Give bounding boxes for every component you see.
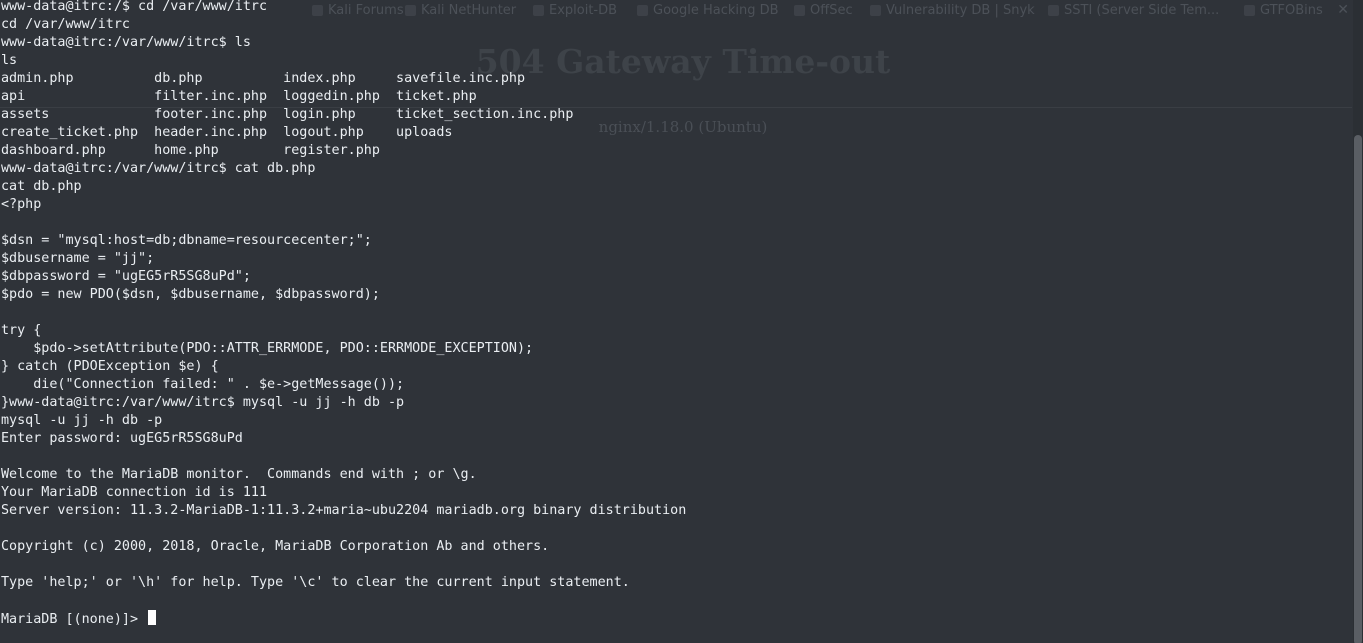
terminal-line-text: assets footer.inc.php login.php ticket_s… xyxy=(1,107,574,122)
terminal-line: $dsn = "mysql:host=db;dbname=resourcecen… xyxy=(1,232,1341,250)
terminal-line: www-data@itrc:/$ cd /var/www/itrc xyxy=(1,0,1341,16)
desktop-screen: Kali Forums Kali NetHunter Exploit-DB Go… xyxy=(0,0,1363,643)
terminal-line: Enter password: ugEG5rR5SG8uPd xyxy=(1,430,1341,448)
terminal-line: Welcome to the MariaDB monitor. Commands… xyxy=(1,466,1341,484)
terminal-cursor xyxy=(148,610,157,625)
terminal-line-text: $pdo = new PDO($dsn, $dbusername, $dbpas… xyxy=(1,287,380,302)
terminal-line: admin.php db.php index.php savefile.inc.… xyxy=(1,70,1341,88)
terminal-line-text: } catch (PDOException $e) { xyxy=(1,359,219,374)
terminal-line-text: cd /var/www/itrc xyxy=(1,17,130,32)
terminal-line-text: $dbpassword = "ugEG5rR5SG8uPd"; xyxy=(1,269,251,284)
terminal-scrollbar-thumb[interactable] xyxy=(1354,135,1362,643)
terminal-line: <?php xyxy=(1,196,1341,214)
terminal-line-text: Your MariaDB connection id is 111 xyxy=(1,485,268,500)
terminal-line: cd /var/www/itrc xyxy=(1,16,1341,34)
terminal-line-text: www-data@itrc:/var/www/itrc$ ls xyxy=(1,35,251,50)
terminal-line: die("Connection failed: " . $e->getMessa… xyxy=(1,376,1341,394)
terminal-line-text: www-data@itrc:/var/www/itrc$ cat db.php xyxy=(1,161,316,176)
terminal-line: cat db.php xyxy=(1,178,1341,196)
terminal-line: $pdo->setAttribute(PDO::ATTR_ERRMODE, PD… xyxy=(1,340,1341,358)
terminal-prompt-line: MariaDB [(none)]> xyxy=(1,610,1341,628)
terminal-line-text: $pdo->setAttribute(PDO::ATTR_ERRMODE, PD… xyxy=(1,341,534,356)
terminal-output: www-data@itrc:/$ cd /var/www/itrc cd /var… xyxy=(1,0,1341,628)
terminal-line-text: admin.php db.php index.php savefile.inc.… xyxy=(1,71,526,86)
terminal-line: Copyright (c) 2000, 2018, Oracle, MariaD… xyxy=(1,538,1341,556)
terminal-line-text: die("Connection failed: " . $e->getMessa… xyxy=(1,377,405,392)
terminal-line-text: $dbusername = "jj"; xyxy=(1,251,155,266)
terminal-line-text: ls xyxy=(1,53,18,68)
terminal-line-text: MariaDB [(none)]> xyxy=(1,612,147,627)
terminal-line-text: }www-data@itrc:/var/www/itrc$ mysql -u j… xyxy=(1,395,405,410)
terminal-line: Your MariaDB connection id is 111 xyxy=(1,484,1341,502)
terminal-line: www-data@itrc:/var/www/itrc$ cat db.php xyxy=(1,160,1341,178)
terminal-window[interactable]: www-data@itrc:/$ cd /var/www/itrc cd /var… xyxy=(1,0,1341,628)
terminal-line-text: Copyright (c) 2000, 2018, Oracle, MariaD… xyxy=(1,539,550,554)
terminal-line: $dbusername = "jj"; xyxy=(1,250,1341,268)
terminal-line: api filter.inc.php loggedin.php ticket.p… xyxy=(1,88,1341,106)
terminal-line-text: mysql -u jj -h db -p xyxy=(1,413,163,428)
terminal-line-text: try { xyxy=(1,323,42,338)
terminal-line: ls xyxy=(1,52,1341,70)
terminal-line-text: cat db.php xyxy=(1,179,82,194)
terminal-line-text: <?php xyxy=(1,197,42,212)
terminal-line-text: $dsn = "mysql:host=db;dbname=resourcecen… xyxy=(1,233,372,248)
terminal-line-text: Enter password: ugEG5rR5SG8uPd xyxy=(1,431,243,446)
terminal-line-text: api filter.inc.php loggedin.php ticket.p… xyxy=(1,89,477,104)
terminal-line: Type 'help;' or '\h' for help. Type '\c'… xyxy=(1,574,1341,592)
terminal-line: } catch (PDOException $e) { xyxy=(1,358,1341,376)
terminal-line: $dbpassword = "ugEG5rR5SG8uPd"; xyxy=(1,268,1341,286)
terminal-line: create_ticket.php header.inc.php logout.… xyxy=(1,124,1341,142)
terminal-line-text: create_ticket.php header.inc.php logout.… xyxy=(1,125,453,140)
terminal-line: mysql -u jj -h db -p xyxy=(1,412,1341,430)
terminal-line-text: dashboard.php home.php register.php xyxy=(1,143,380,158)
terminal-line: assets footer.inc.php login.php ticket_s… xyxy=(1,106,1341,124)
terminal-line-text: Welcome to the MariaDB monitor. Commands… xyxy=(1,467,477,482)
terminal-line: $pdo = new PDO($dsn, $dbusername, $dbpas… xyxy=(1,286,1341,304)
terminal-line-text: Type 'help;' or '\h' for help. Type '\c'… xyxy=(1,575,630,590)
terminal-line: dashboard.php home.php register.php xyxy=(1,142,1341,160)
terminal-line-text: Server version: 11.3.2-MariaDB-1:11.3.2+… xyxy=(1,503,687,518)
terminal-line: }www-data@itrc:/var/www/itrc$ mysql -u j… xyxy=(1,394,1341,412)
terminal-line-text: www-data@itrc:/$ cd /var/www/itrc xyxy=(1,0,268,14)
terminal-line: www-data@itrc:/var/www/itrc$ ls xyxy=(1,34,1341,52)
terminal-line: Server version: 11.3.2-MariaDB-1:11.3.2+… xyxy=(1,502,1341,520)
terminal-line: try { xyxy=(1,322,1341,340)
